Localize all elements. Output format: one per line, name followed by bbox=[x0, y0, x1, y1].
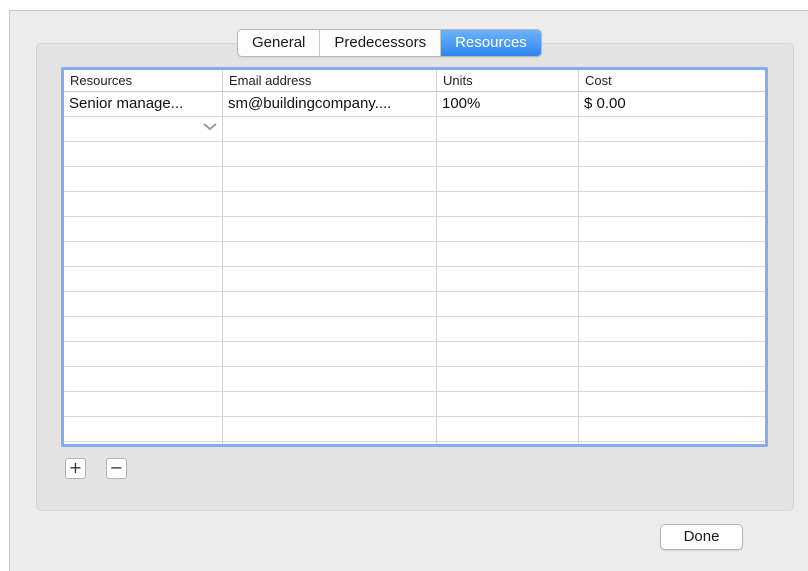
column-header-units[interactable]: Units bbox=[437, 70, 578, 91]
cell-cost[interactable]: $ 0.00 bbox=[579, 92, 765, 116]
tab-predecessors[interactable]: Predecessors bbox=[320, 30, 442, 56]
add-resource-button[interactable]: + bbox=[65, 458, 86, 479]
table-row[interactable] bbox=[64, 417, 765, 442]
table-row[interactable] bbox=[64, 192, 765, 217]
column-divider bbox=[436, 70, 437, 444]
dialog-window: General Predecessors Resources Resources… bbox=[9, 10, 808, 571]
table-row[interactable] bbox=[64, 142, 765, 167]
table-row[interactable] bbox=[64, 217, 765, 242]
table-row[interactable] bbox=[64, 342, 765, 367]
remove-resource-button[interactable]: − bbox=[106, 458, 127, 479]
table-header-row: Resources Email address Units Cost bbox=[64, 70, 765, 92]
table-row[interactable] bbox=[64, 392, 765, 417]
table-row[interactable] bbox=[64, 167, 765, 192]
resources-table[interactable]: Resources Email address Units Cost Senio… bbox=[61, 67, 768, 447]
cell-resource[interactable]: Senior manage... bbox=[64, 92, 222, 116]
column-header-email[interactable]: Email address bbox=[223, 70, 436, 91]
column-divider bbox=[578, 70, 579, 444]
cell-units[interactable]: 100% bbox=[437, 92, 578, 116]
table-row[interactable] bbox=[64, 117, 765, 142]
tab-general[interactable]: General bbox=[238, 30, 321, 56]
tab-resources[interactable]: Resources bbox=[441, 30, 541, 56]
done-button[interactable]: Done bbox=[660, 524, 743, 550]
column-header-cost[interactable]: Cost bbox=[579, 70, 765, 91]
cell-email[interactable]: sm@buildingcompany.... bbox=[223, 92, 436, 116]
table-row[interactable] bbox=[64, 267, 765, 292]
column-divider bbox=[222, 70, 223, 444]
table-row[interactable] bbox=[64, 292, 765, 317]
chevron-down-icon[interactable] bbox=[202, 122, 218, 132]
column-header-resources[interactable]: Resources bbox=[64, 70, 222, 91]
table-row[interactable]: Senior manage... sm@buildingcompany.... 10… bbox=[64, 92, 765, 117]
table-row[interactable] bbox=[64, 317, 765, 342]
tab-segmented-control: General Predecessors Resources bbox=[237, 29, 542, 57]
table-row[interactable] bbox=[64, 242, 765, 267]
table-row[interactable] bbox=[64, 367, 765, 392]
